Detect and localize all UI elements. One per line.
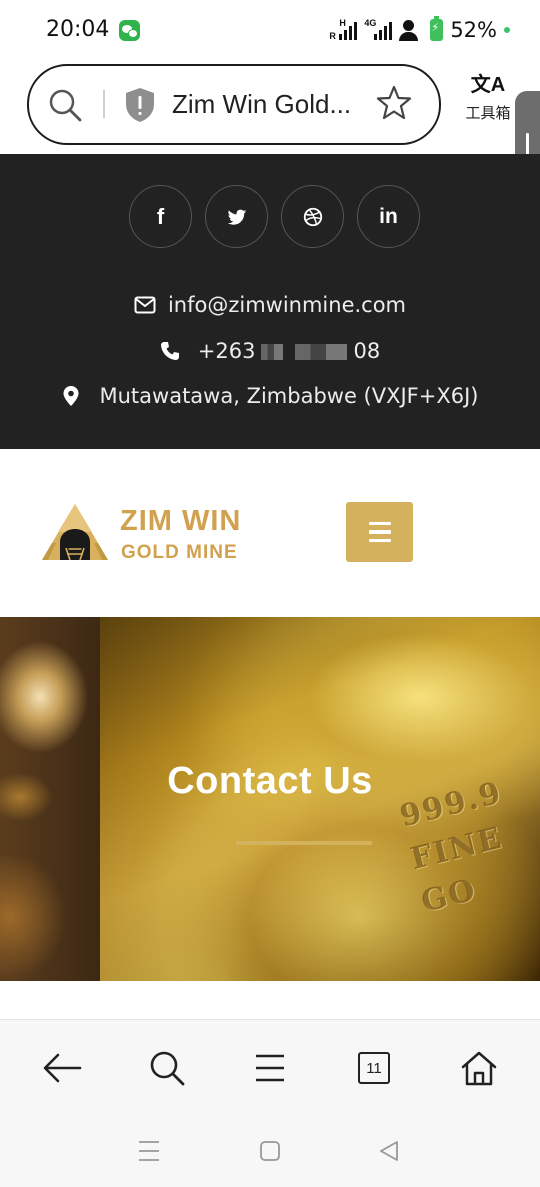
- phone-prefix: +263: [197, 339, 256, 363]
- recents-button[interactable]: [136, 1138, 162, 1164]
- back-button[interactable]: [40, 1046, 84, 1090]
- menu-bar-icon: [368, 530, 391, 534]
- hero-banner: 999.9 FINE GO Contact Us: [0, 617, 540, 981]
- menu-bar-icon: [368, 521, 391, 526]
- address-text: Mutawatawa, Zimbabwe (VXJF+X6J): [99, 384, 479, 408]
- home-button[interactable]: [457, 1046, 501, 1090]
- status-indicators: H R 4G 52%: [329, 16, 510, 44]
- translate-icon: 文A: [470, 74, 506, 96]
- system-navigation-bar: [0, 1114, 540, 1187]
- address-divider: [103, 90, 105, 118]
- facebook-icon: f: [156, 203, 165, 229]
- location-pin-icon: [63, 386, 78, 406]
- envelope-icon: [134, 296, 156, 314]
- signal-strength-icon: H R: [329, 18, 358, 42]
- signal-4g-icon: 4G: [364, 18, 393, 42]
- phone-redacted-1: [261, 344, 284, 360]
- toolbox-label: 工具箱: [465, 105, 511, 122]
- status-bar: 20:04 H R 4G 52%: [0, 0, 540, 60]
- home-nav-button[interactable]: [257, 1138, 283, 1164]
- menu-lines-icon: [256, 1054, 284, 1082]
- browser-bottom-toolbar: 11: [0, 1019, 540, 1114]
- linkedin-button[interactable]: in: [357, 185, 420, 248]
- phone-icon: [160, 342, 179, 360]
- top-info-bar: f in info@zimwinmine.com +263 08 Mutawat…: [0, 154, 540, 449]
- address-bar[interactable]: Zim Win Gold...: [27, 64, 441, 145]
- hotspot-user-icon: [399, 19, 423, 41]
- back-arrow-icon: [43, 1053, 82, 1083]
- address-text[interactable]: Zim Win Gold...: [172, 89, 351, 120]
- dribbble-icon: [303, 207, 322, 226]
- menu-button[interactable]: [248, 1046, 292, 1090]
- twitter-icon: [227, 209, 246, 225]
- logo-text-line2[interactable]: GOLD MINE: [121, 542, 238, 564]
- page-title: Contact Us: [167, 760, 373, 802]
- phone-redacted-2: [295, 344, 348, 360]
- hamburger-menu-button[interactable]: [346, 502, 413, 562]
- menu-bar-icon: [368, 538, 391, 543]
- phone-line[interactable]: +263 08: [0, 339, 540, 363]
- wechat-notification-icon: [119, 20, 140, 41]
- title-underline: [236, 841, 372, 845]
- site-header: ZIM WIN GOLD MINE: [0, 449, 540, 616]
- facebook-button[interactable]: f: [129, 185, 192, 248]
- linkedin-icon: in: [379, 204, 398, 228]
- home-square-icon: [260, 1141, 280, 1161]
- back-nav-button[interactable]: [376, 1138, 402, 1164]
- search-icon[interactable]: [47, 87, 83, 123]
- bookmark-star-icon[interactable]: [375, 84, 413, 122]
- email-text[interactable]: info@zimwinmine.com: [168, 293, 406, 317]
- logo-text-line1[interactable]: ZIM WIN: [120, 505, 241, 538]
- search-button[interactable]: [145, 1046, 189, 1090]
- content-area: [0, 981, 540, 1019]
- search-icon: [150, 1051, 185, 1086]
- phone-screen: 20:04 H R 4G 52%: [0, 0, 540, 1187]
- roaming-label: R: [329, 31, 336, 41]
- site-security-shield-icon[interactable]: [123, 86, 157, 124]
- email-line[interactable]: info@zimwinmine.com: [0, 293, 540, 317]
- social-links: f in: [129, 185, 420, 248]
- phone-suffix: 08: [353, 339, 381, 363]
- twitter-button[interactable]: [205, 185, 268, 248]
- mine-tunnel-logo-icon[interactable]: [40, 502, 110, 562]
- battery-percent: 52%: [450, 18, 497, 42]
- address-line: Mutawatawa, Zimbabwe (VXJF+X6J): [0, 384, 540, 408]
- phone-text[interactable]: +263 08: [198, 339, 380, 363]
- tabs-button[interactable]: 11: [352, 1046, 396, 1090]
- back-triangle-icon: [380, 1141, 398, 1161]
- home-icon: [461, 1051, 497, 1086]
- privacy-indicator-dot: [504, 27, 510, 33]
- toolbox-translate-button[interactable]: 文A 工具箱: [458, 74, 518, 138]
- recents-lines-icon: [139, 1141, 159, 1161]
- tab-count: 11: [358, 1052, 390, 1084]
- battery-charging-icon: [430, 16, 444, 41]
- status-time: 20:04: [46, 17, 110, 42]
- dribbble-button[interactable]: [281, 185, 344, 248]
